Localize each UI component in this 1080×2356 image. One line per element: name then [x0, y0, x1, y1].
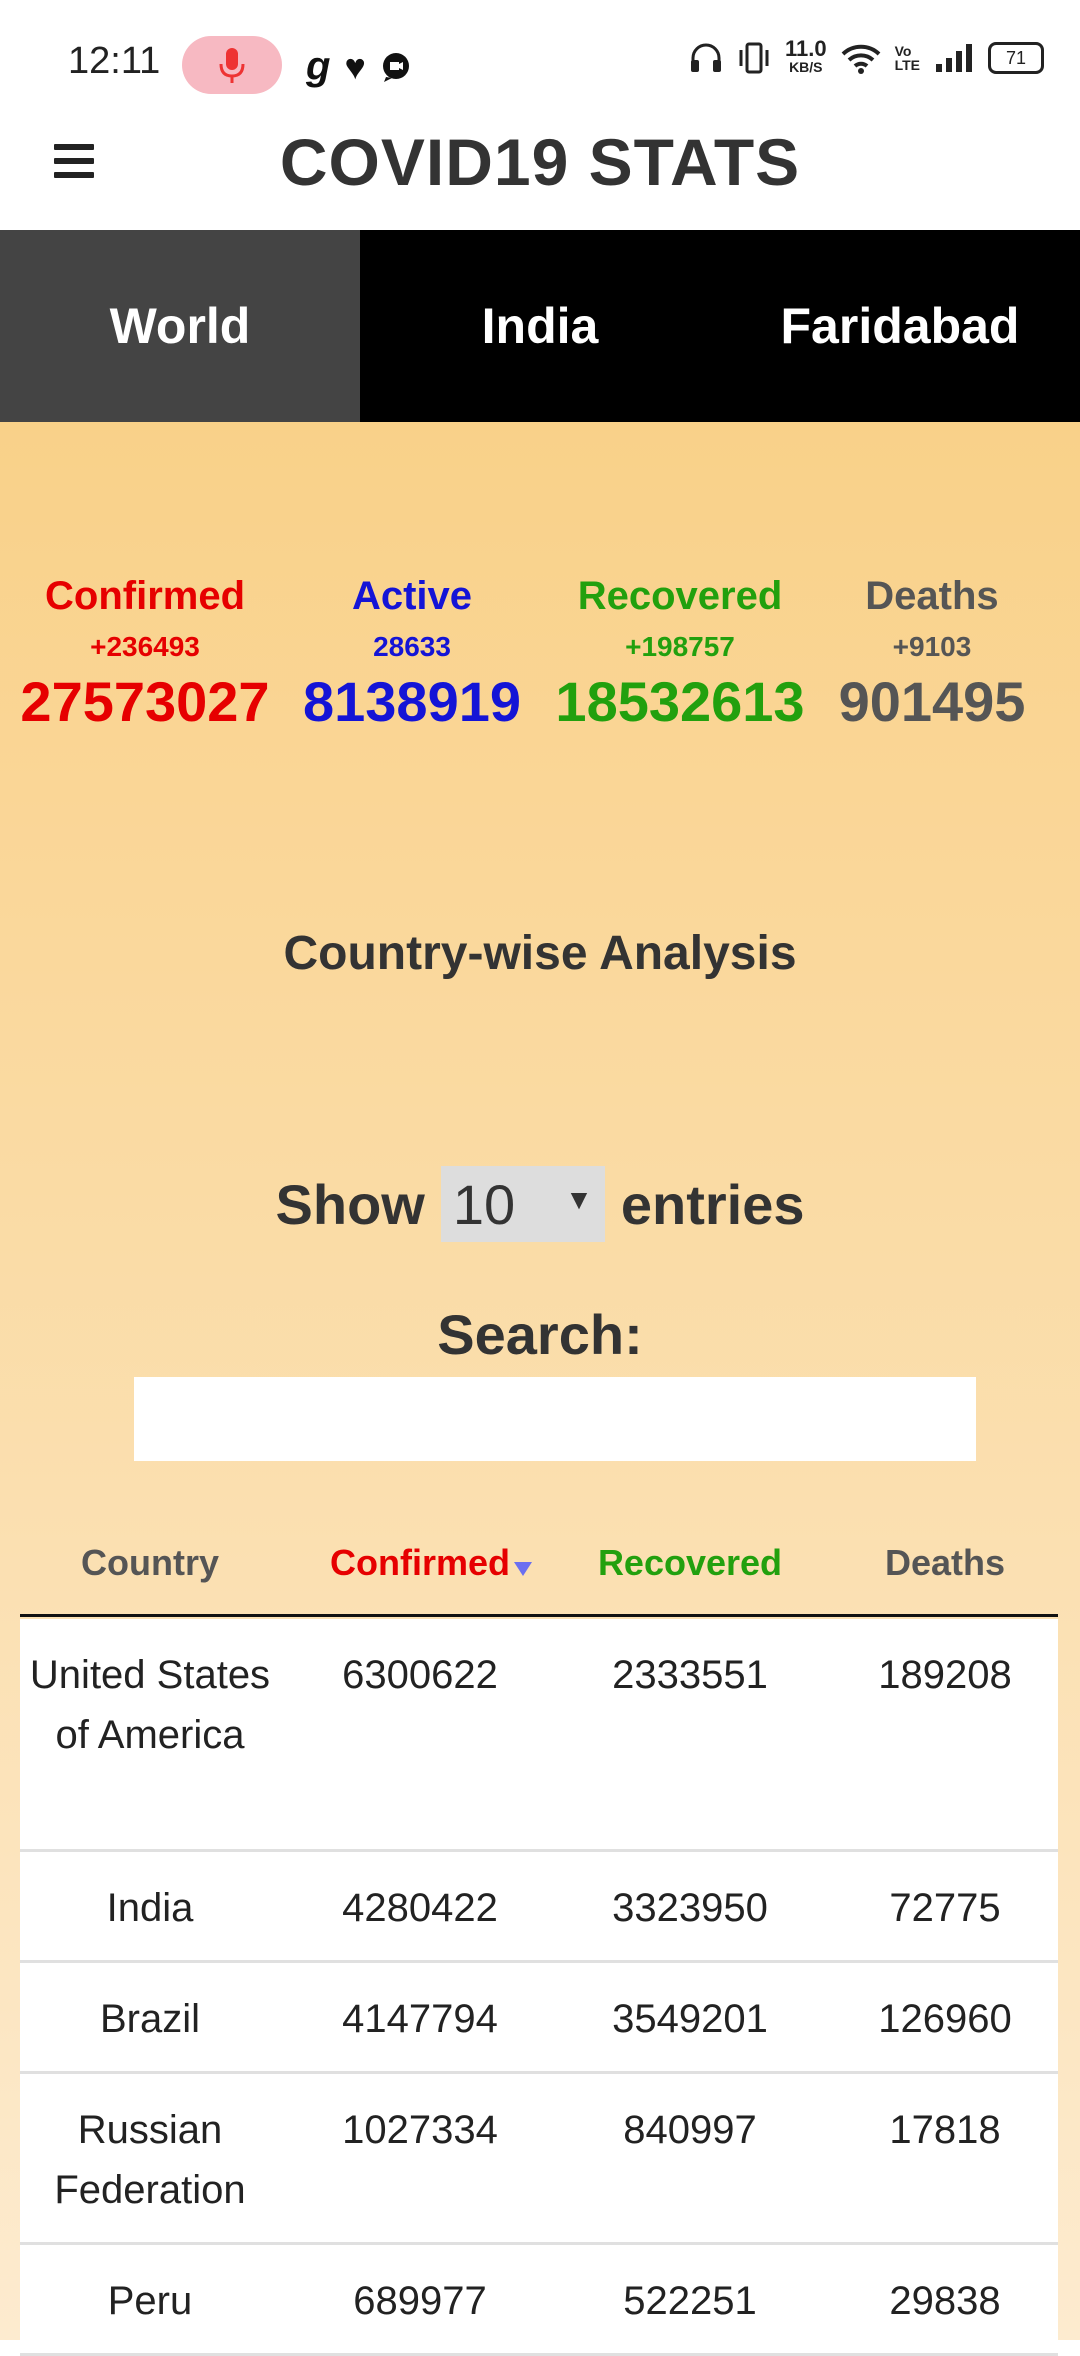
cell-country: United States of America [29, 1653, 271, 1757]
page-title: COVID19 STATS [279, 125, 801, 199]
cell-recovered: 3549201 [612, 1997, 768, 2041]
stat-value: 27573027 [20, 670, 270, 733]
table-row: Peru 689977 522251 29838 [20, 2245, 1058, 2356]
cell-recovered: 3323950 [612, 1886, 768, 1930]
main-content: Confirmed +236493 27573027 Active 28633 … [0, 422, 1080, 2356]
g-app-icon: g [306, 44, 331, 88]
stat-label: Deaths [865, 574, 999, 618]
app-header: COVID19 STATS [0, 120, 1080, 230]
stat-delta: +9103 [892, 631, 972, 662]
cell-country: Russian Federation [54, 2108, 246, 2212]
stat-value: 901495 [838, 670, 1026, 733]
net-speed: 11.0 KB/S [784, 36, 827, 76]
section-title: Country-wise Analysis [283, 927, 797, 980]
entries-select[interactable]: 10 ▼ [440, 1166, 605, 1242]
header-country[interactable]: Country [20, 1542, 280, 1584]
signal-icon [936, 44, 972, 72]
chat-icon [382, 52, 409, 82]
stat-delta: +236493 [90, 631, 200, 662]
sort-desc-icon [514, 1562, 532, 1576]
cell-recovered: 2333551 [612, 1653, 768, 1697]
entries-control: Show 10 ▼ entries [0, 1166, 1080, 1242]
cell-confirmed: 689977 [353, 2279, 487, 2323]
stat-label: Active [351, 574, 473, 618]
status-bar: 12:11 g ♥ 11.0 KB/S Vo LTE 71 [0, 0, 1080, 120]
tab-faridabad[interactable]: Faridabad [720, 230, 1080, 422]
battery-icon: 71 [988, 42, 1044, 74]
cell-confirmed: 4280422 [342, 1886, 498, 1930]
cell-deaths: 72775 [889, 1886, 1001, 1930]
table-row: Brazil 4147794 3549201 126960 [20, 1963, 1058, 2074]
stat-active: Active 28633 8138919 [272, 574, 552, 734]
cell-country: Brazil [99, 1997, 201, 2041]
mic-icon [219, 48, 245, 83]
cell-deaths: 29838 [889, 2279, 1001, 2323]
cell-country: India [106, 1886, 194, 1930]
notification-icons: g ♥ [306, 44, 412, 89]
header-deaths[interactable]: Deaths [830, 1542, 1060, 1584]
clock: 12:11 [68, 40, 161, 82]
stat-delta: 28633 [373, 631, 451, 662]
search-input[interactable] [134, 1377, 976, 1461]
wifi-icon [841, 44, 880, 74]
chevron-down-icon: ▼ [565, 1184, 593, 1215]
table-row: India 4280422 3323950 72775 [20, 1852, 1058, 1963]
tab-world[interactable]: World [0, 230, 360, 422]
cell-deaths: 17818 [889, 2108, 1001, 2152]
system-icons: 11.0 KB/S Vo LTE 71 [689, 36, 1044, 76]
table-row: Russian Federation 1027334 840997 17818 [20, 2074, 1058, 2245]
stat-recovered: Recovered +198757 18532613 [540, 574, 820, 734]
stat-deaths: Deaths +9103 901495 [792, 574, 1072, 734]
cell-deaths: 189208 [878, 1653, 1012, 1697]
search-label: Search: [437, 1303, 643, 1366]
cell-recovered: 840997 [623, 2108, 757, 2152]
header-confirmed[interactable]: Confirmed [290, 1542, 550, 1584]
table-header: Country Confirmed Recovered Deaths [20, 1512, 1058, 1617]
show-label: Show [275, 1172, 425, 1236]
tab-india[interactable]: India [360, 230, 720, 422]
cell-confirmed: 4147794 [342, 1997, 498, 2041]
cell-deaths: 126960 [878, 1997, 1012, 2041]
stat-delta: +198757 [625, 631, 735, 662]
stat-label: Confirmed [45, 574, 245, 618]
headphones-icon [690, 43, 721, 72]
mic-indicator[interactable] [182, 36, 282, 94]
table-row: United States of America 6300622 2333551… [20, 1619, 1058, 1852]
entries-value: 10 [452, 1172, 516, 1236]
stat-value: 8138919 [302, 670, 521, 733]
cell-recovered: 522251 [623, 2279, 757, 2323]
entries-label: entries [620, 1172, 805, 1236]
cell-confirmed: 1027334 [342, 2108, 498, 2152]
region-tabs: World India Faridabad [0, 230, 1080, 422]
vibrate-icon [739, 42, 769, 74]
header-recovered[interactable]: Recovered [560, 1542, 820, 1584]
stat-label: Recovered [577, 574, 783, 618]
table-body: United States of America 6300622 2333551… [20, 1619, 1058, 2356]
heart-icon: ♥ [344, 45, 366, 87]
stat-confirmed: Confirmed +236493 27573027 [5, 574, 285, 734]
cell-confirmed: 6300622 [342, 1653, 498, 1697]
volte-icon: Vo LTE [894, 43, 920, 73]
stat-value: 18532613 [555, 670, 805, 733]
cell-country: Peru [107, 2279, 193, 2323]
